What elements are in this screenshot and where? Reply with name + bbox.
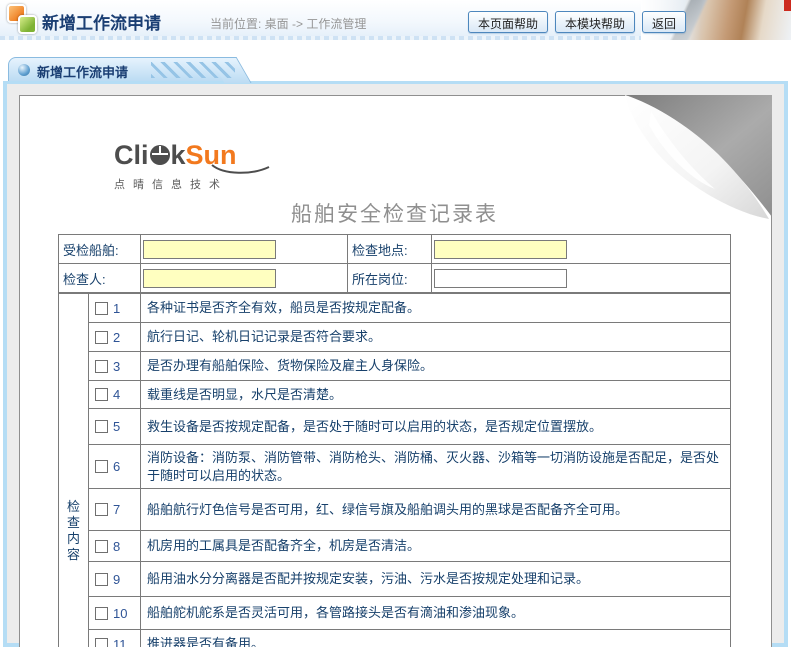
item-text: 救生设备是否按规定配备，是否处于随时可以启用的状态，是否规定位置摆放。 [141,409,731,445]
item-3-checkbox[interactable] [95,360,108,373]
item-number: 7 [113,502,120,517]
inspector-label: 检查人: [59,264,141,293]
tab-stripes-decoration [151,62,235,78]
item-number: 3 [113,359,120,374]
page-curl-decoration [617,95,772,221]
item-text: 船舶航行灯色信号是否可用，红、绿信号旗及船舶调头用的黑球是否配备齐全可用。 [141,489,731,531]
tab-label: 新增工作流申请 [37,62,128,81]
checklist-row: 11 推进器是否有备用。 [59,630,731,647]
form-paper: ClikSun 点晴信息技术 船舶安全检查记录表 受检船舶: 检查地点: 检查人… [19,95,772,647]
item-text: 航行日记、轮机日记记录是否符合要求。 [141,323,731,352]
back-button[interactable]: 返回 [642,11,686,33]
tab-bullet-icon [18,64,30,76]
checklist-row: 检查内容 1 各种证书是否齐全有效，船员是否按规定配备。 [59,294,731,323]
item-5-checkbox[interactable] [95,420,108,433]
item-number: 9 [113,572,120,587]
item-number: 8 [113,539,120,554]
item-text: 载重线是否明显，水尺是否清楚。 [141,381,731,409]
header-button-group: 本页面帮助 本模块帮助 返回 [468,11,686,33]
clicksun-logo: ClikSun 点晴信息技术 [114,140,334,194]
item-9-checkbox[interactable] [95,573,108,586]
page-header: 新增工作流申请 当前位置: 桌面 -> 工作流管理 本页面帮助 本模块帮助 返回 [0,0,791,40]
item-text: 各种证书是否齐全有效，船员是否按规定配备。 [141,294,731,323]
item-8-checkbox[interactable] [95,540,108,553]
section-label: 检查内容 [59,294,89,647]
item-text: 船舶舵机舵系是否灵活可用，各管路接头是否有滴油和渗油现象。 [141,597,731,630]
item-number: 2 [113,330,120,345]
app-logo-icon [7,4,39,36]
checklist-row: 5 救生设备是否按规定配备，是否处于随时可以启用的状态，是否规定位置摆放。 [59,409,731,445]
logo-tagline: 点晴信息技术 [114,176,334,192]
item-text: 是否办理有船舶保险、货物保险及雇主人身保险。 [141,352,731,381]
checklist-row: 7 船舶航行灯色信号是否可用，红、绿信号旗及船舶调头用的黑球是否配备齐全可用。 [59,489,731,531]
ship-label: 受检船舶: [59,235,141,264]
mouse-cable-decoration [210,164,272,176]
checklist-row: 2 航行日记、轮机日记记录是否符合要求。 [59,323,731,352]
checklist-row: 8 机房用的工属具是否配备齐全，机房是否清洁。 [59,531,731,562]
checklist-row: 4 载重线是否明显，水尺是否清楚。 [59,381,731,409]
ship-input[interactable] [143,240,276,259]
item-11-checkbox[interactable] [95,638,108,647]
item-text: 机房用的工属具是否配备齐全，机房是否清洁。 [141,531,731,562]
info-row: 检查人: 所在岗位: [59,264,731,293]
item-text: 消防设备：消防泵、消防管带、消防枪头、消防桶、灭火器、沙箱等一切消防设施是否配足… [141,445,731,489]
item-number: 11 [113,637,127,647]
page-title: 新增工作流申请 [42,9,161,34]
item-number: 5 [113,419,120,434]
item-4-checkbox[interactable] [95,388,108,401]
checklist-row: 10 船舶舵机舵系是否灵活可用，各管路接头是否有滴油和渗油现象。 [59,597,731,630]
brand-text-cli: Cli [114,140,149,170]
mouse-icon [150,145,170,165]
page-help-button[interactable]: 本页面帮助 [468,11,548,33]
info-row: 受检船舶: 检查地点: [59,235,731,264]
item-6-checkbox[interactable] [95,460,108,473]
content-panel: ClikSun 点晴信息技术 船舶安全检查记录表 受检船舶: 检查地点: 检查人… [3,81,788,647]
item-10-checkbox[interactable] [95,607,108,620]
location-input[interactable] [434,240,567,259]
breadcrumb: 当前位置: 桌面 -> 工作流管理 [210,15,366,32]
item-text: 船用油水分分离器是否配并按规定安装，污油、污水是否按规定处理和记录。 [141,562,731,597]
position-input[interactable] [434,269,567,288]
item-7-checkbox[interactable] [95,503,108,516]
checklist-table: 检查内容 1 各种证书是否齐全有效，船员是否按规定配备。 2 航行日记、轮机日记… [58,293,731,647]
item-number: 10 [113,606,127,621]
photo-red-accent [784,0,791,11]
location-label: 检查地点: [348,235,432,264]
tab-new-workflow[interactable]: 新增工作流申请 [8,57,232,81]
item-number: 4 [113,387,120,402]
item-text: 推进器是否有备用。 [141,630,731,647]
checklist-row: 9 船用油水分分离器是否配并按规定安装，污油、污水是否按规定处理和记录。 [59,562,731,597]
checklist-row: 6 消防设备：消防泵、消防管带、消防枪头、消防桶、灭火器、沙箱等一切消防设施是否… [59,445,731,489]
brand-text-k: k [171,140,186,170]
module-help-button[interactable]: 本模块帮助 [555,11,635,33]
item-number: 1 [113,301,120,316]
inspector-input[interactable] [143,269,276,288]
item-2-checkbox[interactable] [95,331,108,344]
checklist-row: 3 是否办理有船舶保险、货物保险及雇主人身保险。 [59,352,731,381]
item-number: 6 [113,459,120,474]
info-table: 受检船舶: 检查地点: 检查人: 所在岗位: [58,234,731,293]
item-1-checkbox[interactable] [95,302,108,315]
position-label: 所在岗位: [348,264,432,293]
logo-green-square [18,15,37,34]
